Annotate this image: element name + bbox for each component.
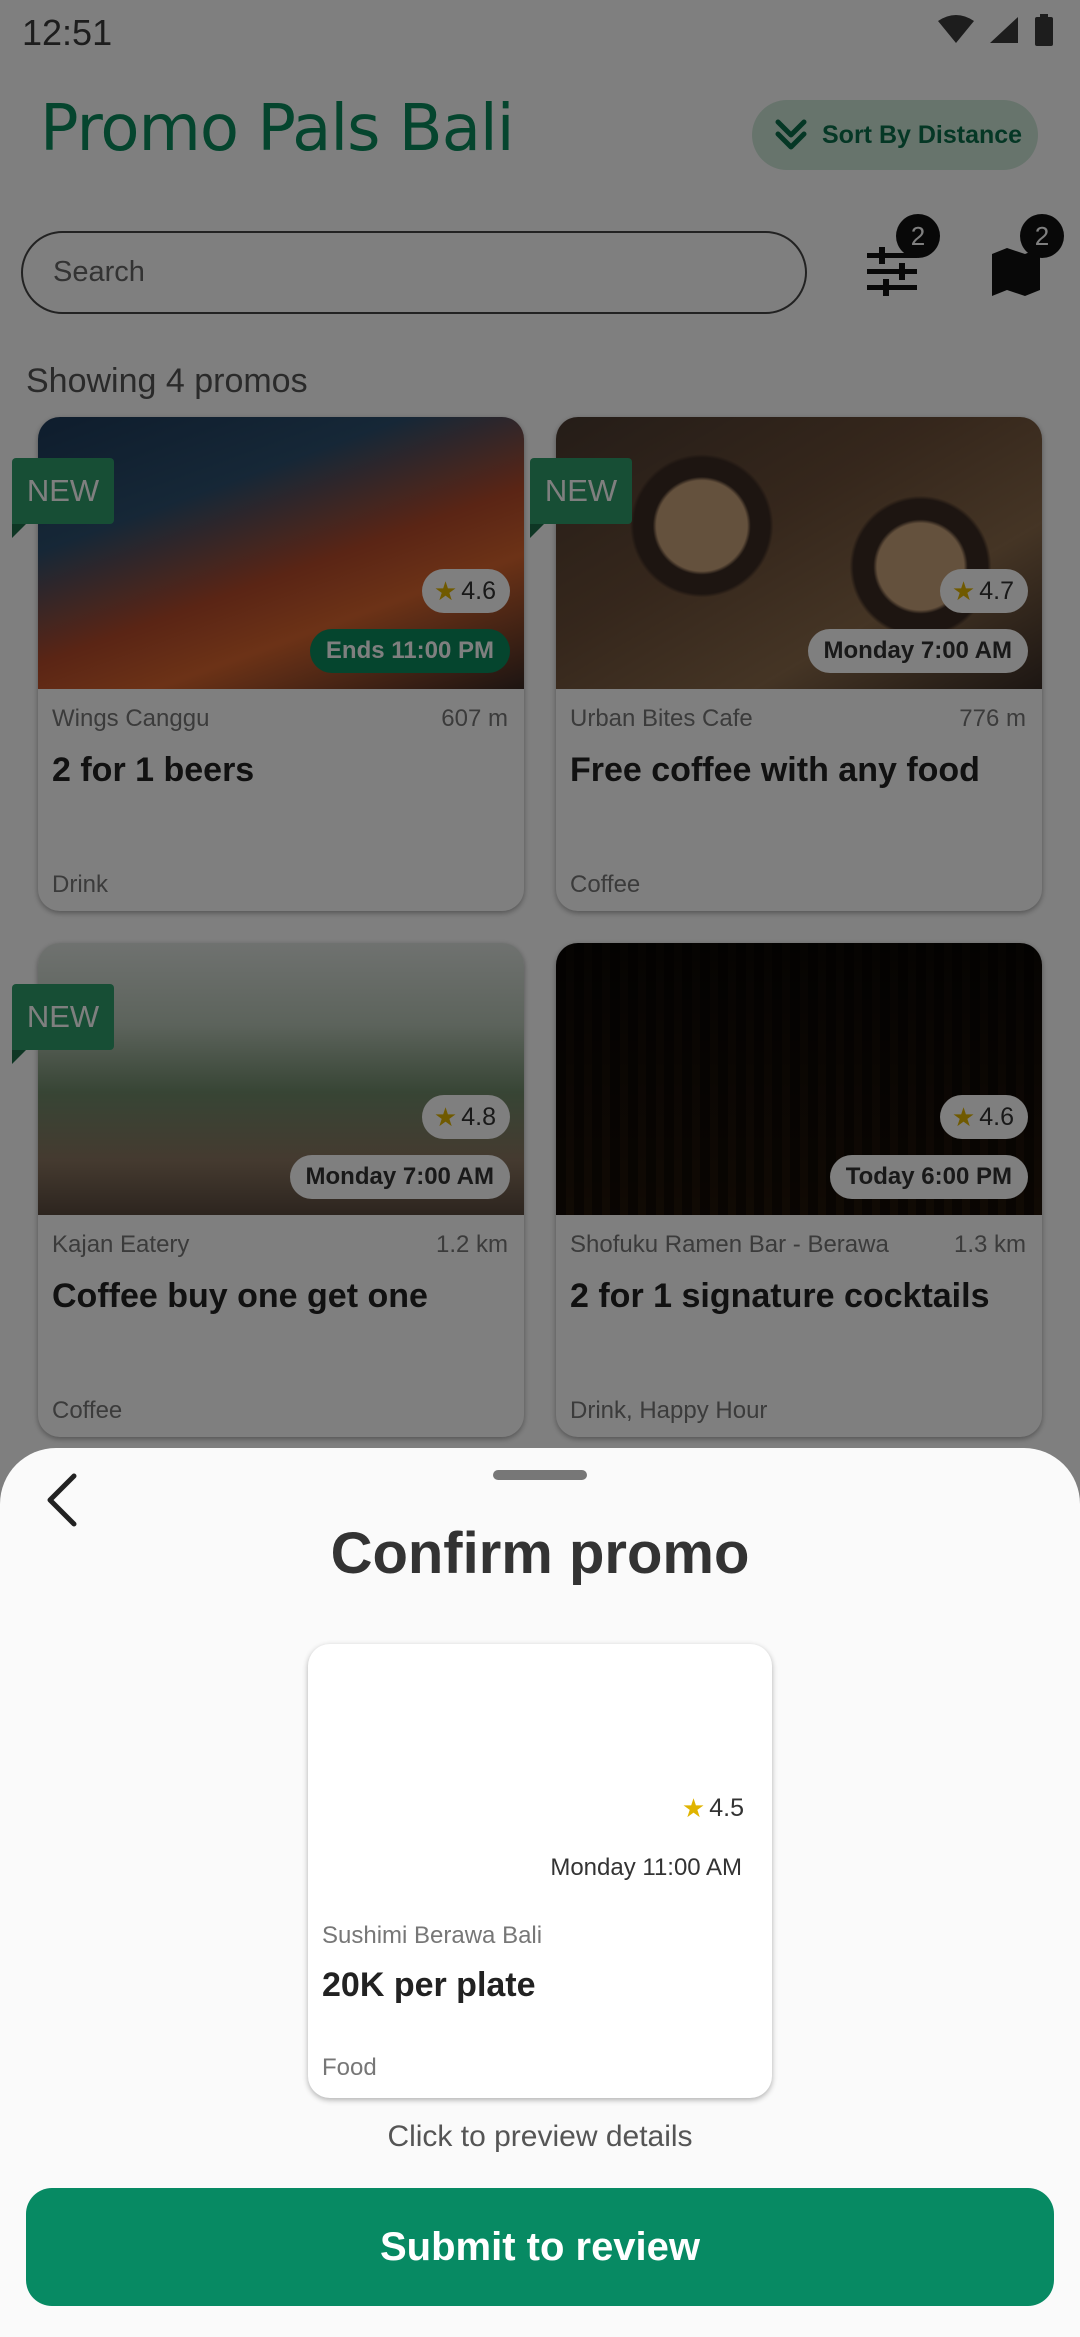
promo-title: 20K per plate: [322, 1966, 536, 2004]
preview-hint: Click to preview details: [387, 2120, 693, 2153]
rating-badge: ★ 4.5: [669, 1786, 758, 1830]
submit-to-review-button[interactable]: Submit to review: [26, 2188, 1054, 2306]
confirm-promo-sheet: Confirm promo ★ 4.5 Monday 11:00 AM Sushi…: [0, 1448, 1080, 2337]
promo-category: Food: [322, 2054, 377, 2081]
time-badge: Monday 11:00 AM: [534, 1846, 758, 1890]
drag-handle[interactable]: [493, 1470, 587, 1480]
sheet-title: Confirm promo: [330, 1521, 750, 1586]
selected-promo-card[interactable]: ★ 4.5 Monday 11:00 AM Sushimi Berawa Bali…: [308, 1644, 772, 2098]
star-icon: ★: [681, 1792, 706, 1823]
venue-name: Sushimi Berawa Bali: [322, 1922, 543, 1949]
